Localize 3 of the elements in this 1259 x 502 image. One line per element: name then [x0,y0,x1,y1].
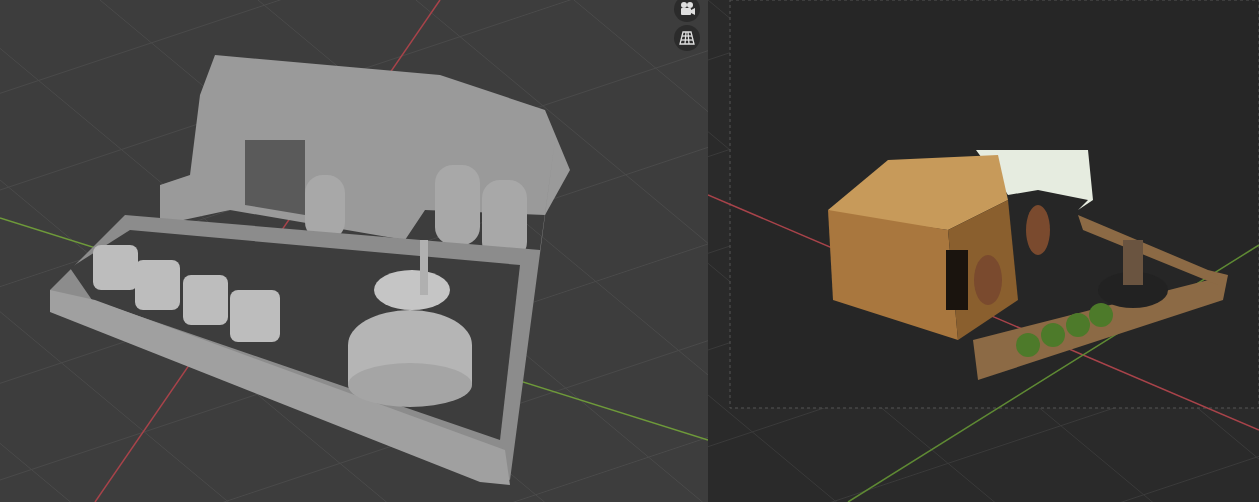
grid-icon [678,30,696,46]
camera-view-button[interactable] [674,0,700,22]
camera-icon [678,1,696,17]
